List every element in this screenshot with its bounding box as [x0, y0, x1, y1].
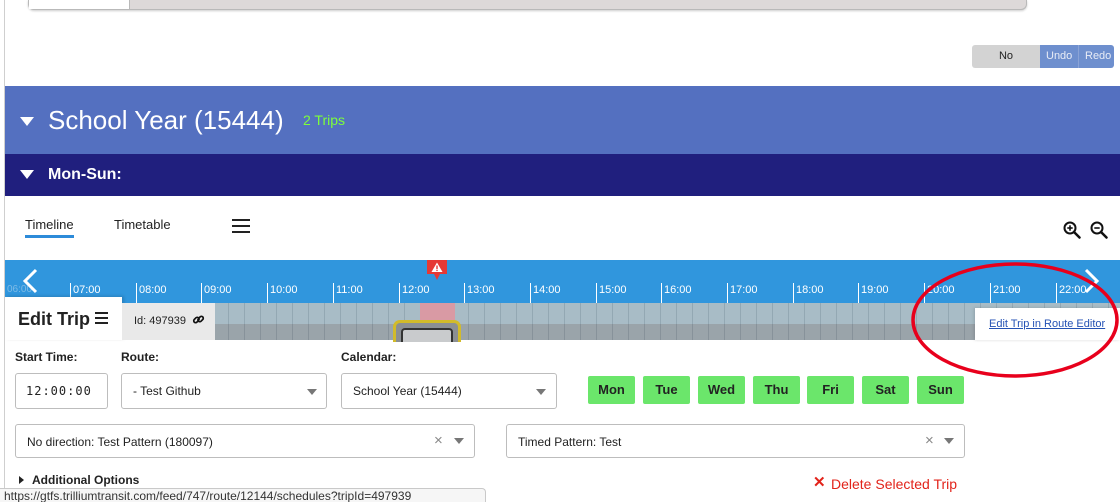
chevron-down-icon [454, 438, 464, 444]
status-bar-url: https://gtfs.trilliumtransit.com/feed/74… [0, 488, 486, 502]
clear-icon[interactable]: × [925, 433, 934, 448]
timeline-hour-tick [858, 283, 859, 303]
no-changes-indicator: No Changes [972, 45, 1040, 68]
calendar-section-header[interactable] [5, 154, 1120, 196]
active-tab-indicator [25, 235, 74, 238]
day-button-sun[interactable]: Sun [917, 376, 964, 404]
timeline-hour-tick [333, 283, 334, 303]
timeline-hour-label: 16:00 [664, 284, 692, 296]
calendar-collapse-caret-icon[interactable] [20, 170, 34, 179]
calendar-section-title: Mon-Sun: [48, 166, 122, 183]
direction-select[interactable]: No direction: Test Pattern (180097) × [15, 424, 475, 458]
group-trip-count: 2 Trips [303, 112, 346, 128]
pattern-value: Timed Pattern: Test [518, 435, 622, 449]
top-card [28, 0, 1027, 10]
chevron-down-icon [536, 389, 546, 395]
route-label: Route: [121, 350, 159, 364]
group-title: School Year (15444) [48, 105, 284, 135]
top-card-left-cell [29, 0, 130, 9]
warning-icon[interactable] [423, 258, 451, 282]
pattern-select[interactable]: Timed Pattern: Test × [506, 424, 965, 458]
day-button-thu[interactable]: Thu [753, 376, 800, 404]
calendar-label: Calendar: [341, 350, 397, 364]
change-controls: No Changes Undo Redo [972, 45, 1114, 68]
timeline-hour-tick [201, 283, 202, 303]
timeline-hour-tick [793, 283, 794, 303]
timeline-hour-label: 07:00 [73, 284, 101, 296]
menu-icon[interactable] [232, 219, 250, 233]
redo-button[interactable]: Redo [1078, 45, 1114, 68]
group-collapse-caret-icon[interactable] [20, 117, 34, 126]
additional-options-toggle[interactable]: Additional Options [32, 473, 139, 487]
timeline-hour-label: 10:00 [270, 284, 298, 296]
day-button-tue[interactable]: Tue [643, 376, 690, 404]
timeline-prev-icon[interactable] [20, 268, 42, 294]
timeline-hour-label: 15:00 [599, 284, 627, 296]
timeline-hour-label: 09:00 [204, 284, 232, 296]
direction-value: No direction: Test Pattern (180097) [27, 435, 213, 449]
timeline-hour-tick [399, 283, 400, 303]
timeline-hour-tick [267, 283, 268, 303]
route-select[interactable]: - Test Github [121, 373, 327, 409]
day-button-fri[interactable]: Fri [807, 376, 854, 404]
timeline-hour-tick [464, 283, 465, 303]
tab-timeline[interactable]: Timeline [25, 217, 74, 233]
timeline-hour-label: 13:00 [467, 284, 495, 296]
chevron-down-icon [944, 438, 954, 444]
timeline-hour-label: 19:00 [861, 284, 889, 296]
edit-trip-title: Edit Trip [18, 309, 90, 329]
timeline-hour-label: 12:00 [402, 284, 430, 296]
day-button-sat[interactable]: Sat [862, 376, 909, 404]
calendar-select[interactable]: School Year (15444) [341, 373, 557, 409]
chevron-down-icon [307, 389, 317, 395]
edit-trip-menu-icon[interactable] [95, 312, 108, 324]
timeline-hour-tick [596, 283, 597, 303]
link-icon[interactable] [192, 313, 205, 326]
timeline-hour-label: 14:00 [533, 284, 561, 296]
delete-selected-trip-button[interactable]: Delete Selected Trip [831, 476, 957, 492]
timeline-hour-tick [136, 283, 137, 303]
day-button-wed[interactable]: Wed [698, 376, 745, 404]
start-time-value: 12:00:00 [26, 384, 92, 398]
day-button-mon[interactable]: Mon [588, 376, 635, 404]
timeline-hour-tick [727, 283, 728, 303]
start-time-input[interactable]: 12:00:00 [15, 373, 108, 409]
tab-timetable[interactable]: Timetable [114, 217, 171, 233]
calendar-value: School Year (15444) [353, 384, 462, 398]
zoom-in-icon[interactable] [1063, 221, 1081, 239]
route-value: - Test Github [133, 384, 201, 398]
timeline-hour-tick [661, 283, 662, 303]
clear-icon[interactable]: × [434, 433, 443, 448]
caret-right-icon[interactable] [19, 476, 24, 484]
timeline-hour-label: 08:00 [139, 284, 167, 296]
delete-icon[interactable]: ✕ [813, 475, 826, 491]
start-time-label: Start Time: [15, 350, 78, 364]
timeline-hour-label: 18:00 [796, 284, 824, 296]
trip-id-label: Id: 497939 [134, 315, 186, 327]
timeline-hour-label: 11:00 [336, 284, 363, 296]
trip-block-inner[interactable] [401, 328, 453, 342]
timeline-hour-tick [530, 283, 531, 303]
undo-button[interactable]: Undo [1040, 45, 1078, 68]
timeline-hour-label: 17:00 [730, 284, 758, 296]
page-left-border [4, 0, 5, 502]
annotation-red-ellipse [911, 262, 1119, 378]
zoom-out-icon[interactable] [1090, 221, 1108, 239]
